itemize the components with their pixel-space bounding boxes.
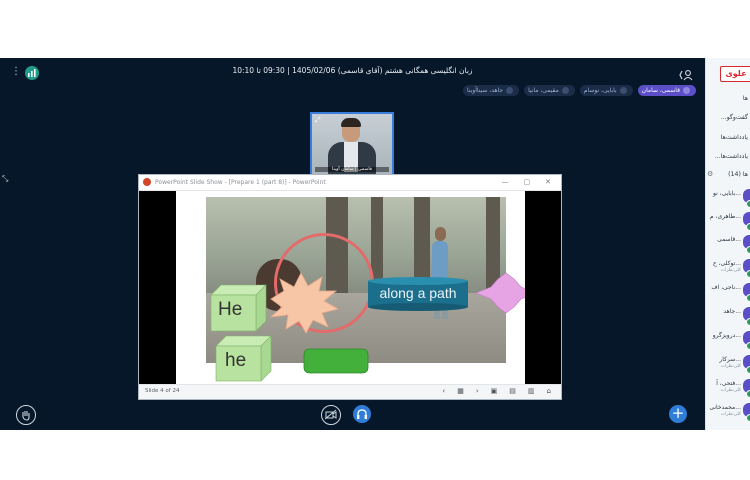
user-list-item[interactable]: بابایی، نو... bbox=[706, 188, 750, 210]
pill-dot bbox=[561, 87, 569, 94]
user-list-item[interactable]: درویزگرو... bbox=[706, 330, 750, 352]
user-name: ناجی، اف... bbox=[711, 284, 741, 291]
prev-slide-icon[interactable]: ‹ bbox=[442, 387, 445, 395]
presence-badge bbox=[746, 246, 750, 254]
add-button[interactable]: + bbox=[669, 405, 687, 423]
pill-1[interactable]: بابایی، نوسام bbox=[579, 85, 633, 96]
he-lower-text: he bbox=[225, 350, 247, 371]
sidebar-row[interactable]: ها (14) bbox=[728, 171, 748, 178]
user-list-item[interactable]: ناجی، اف... bbox=[706, 282, 750, 304]
fullscreen-icon[interactable]: ⤡ bbox=[2, 174, 8, 184]
pill-dot bbox=[683, 87, 690, 94]
raise-hand-button[interactable] bbox=[16, 405, 36, 425]
slideshow-icon[interactable]: ⌂ bbox=[547, 387, 551, 395]
user-name: قاسمی... bbox=[717, 236, 741, 243]
webcam-person-hair bbox=[341, 118, 361, 127]
gear-icon[interactable]: ⚙ bbox=[707, 170, 713, 178]
presence-badge bbox=[746, 318, 750, 326]
pill-0[interactable]: قاسمی، سامان bbox=[637, 85, 696, 96]
pill-dot bbox=[619, 87, 627, 94]
audio-button[interactable] bbox=[353, 405, 371, 423]
pill-label: مقیمی، مانیا bbox=[528, 87, 559, 94]
pill-label: جاهد، سینا‌آوینا bbox=[467, 87, 504, 94]
maximize-icon[interactable]: ▢ bbox=[524, 175, 531, 190]
user-name: جاهد... bbox=[723, 308, 741, 315]
presence-badge bbox=[746, 414, 750, 422]
ppt-status-bar: Slide 4 of 24 ‹ ▦ › ▣ ▤ ▥ ⌂ bbox=[139, 384, 561, 399]
normal-view-icon[interactable]: ▣ bbox=[491, 387, 498, 395]
presence-badge bbox=[746, 366, 750, 374]
user-name: فتحی، آ... bbox=[716, 380, 741, 387]
pink-cross-shape bbox=[475, 272, 525, 314]
user-status: کلی‌نظرات bbox=[720, 268, 741, 273]
presence-badge bbox=[746, 223, 750, 231]
explosion-shape bbox=[269, 272, 340, 334]
user-name: محمدخانی... bbox=[709, 404, 741, 411]
expand-icon[interactable]: ⤢ bbox=[315, 116, 321, 125]
webcam-name-label: قاسمی | سامان آوینا bbox=[315, 167, 389, 172]
user-status: کلی‌نظرات bbox=[720, 364, 741, 369]
presence-badge bbox=[746, 390, 750, 398]
ppt-window-title: PowerPoint Slide Show - [Prepare 1 (part… bbox=[155, 179, 326, 186]
user-arrow-icon[interactable] bbox=[679, 66, 693, 81]
slide-sorter-icon[interactable]: ▤ bbox=[509, 387, 516, 395]
pill-label: بابایی، نوسام bbox=[583, 87, 617, 94]
user-name: توکلی، ح... bbox=[712, 260, 741, 267]
sidebar-row[interactable]: یادداشت‌ها bbox=[721, 134, 748, 141]
user-status: کلی‌نظرات bbox=[720, 388, 741, 393]
he-upper-text: He bbox=[218, 299, 243, 320]
along-a-path-text: along a path bbox=[379, 285, 457, 301]
next-slide-icon[interactable]: › bbox=[476, 387, 479, 395]
presence-badge bbox=[746, 200, 750, 208]
sidebar-panel: علوی ها گفت‌وگو... یادداشت‌ها یادداشت‌ها… bbox=[705, 58, 750, 430]
camera-off-icon bbox=[324, 409, 337, 420]
user-list-item[interactable]: توکلی، ح... کلی‌نظرات bbox=[706, 258, 750, 280]
pill-2[interactable]: مقیمی، مانیا bbox=[524, 85, 575, 96]
presence-badge bbox=[746, 294, 750, 302]
sidebar-row[interactable]: یادداشت‌ها... bbox=[715, 153, 748, 160]
webcam-tile[interactable]: ⤢ قاسمی | سامان آوینا bbox=[310, 112, 394, 176]
close-icon[interactable]: ✕ bbox=[545, 175, 551, 190]
user-list-item[interactable]: سرکار... کلی‌نظرات bbox=[706, 354, 750, 376]
slide-counter: Slide 4 of 24 bbox=[145, 388, 180, 394]
user-list-item[interactable]: فتحی، آ... کلی‌نظرات bbox=[706, 378, 750, 400]
meeting-title: زبان انگلیسی همگانی هشتم (آقای قاسمی) 14… bbox=[232, 66, 473, 75]
breakout-pill-bar: قاسمی، سامان بابایی، نوسام مقیمی، مانیا … bbox=[463, 85, 696, 97]
slide-grid-icon[interactable]: ▦ bbox=[457, 387, 464, 395]
window-controls: — ▢ ✕ bbox=[502, 175, 552, 190]
powerpoint-icon bbox=[143, 178, 151, 186]
conference-stage: ⋮ زبان انگلیسی همگانی هشتم (آقای قاسمی) … bbox=[0, 58, 705, 430]
pill-label: قاسمی، سامان bbox=[641, 87, 680, 94]
user-name: طاهری، م... bbox=[709, 213, 741, 220]
sidebar-row[interactable]: گفت‌وگو... bbox=[721, 114, 748, 121]
presence-badge bbox=[746, 270, 750, 278]
pill-3[interactable]: جاهد، سینا‌آوینا bbox=[463, 85, 520, 96]
slide-viewport: He he along a path bbox=[139, 191, 561, 385]
user-list-item[interactable]: قاسمی... bbox=[706, 234, 750, 256]
user-status: کلی‌نظرات bbox=[720, 412, 741, 417]
hand-icon bbox=[22, 411, 30, 421]
presence-badge bbox=[746, 342, 750, 350]
headphones-icon bbox=[357, 409, 367, 419]
reading-view-icon[interactable]: ▥ bbox=[528, 387, 535, 395]
ppt-title-bar: PowerPoint Slide Show - [Prepare 1 (part… bbox=[139, 175, 561, 191]
plus-icon: + bbox=[671, 404, 685, 422]
top-bar: ⋮ زبان انگلیسی همگانی هشتم (آقای قاسمی) … bbox=[0, 58, 705, 88]
green-plaque-shape bbox=[303, 348, 369, 374]
presentation-window[interactable]: PowerPoint Slide Show - [Prepare 1 (part… bbox=[138, 174, 562, 400]
user-name: درویزگرو... bbox=[712, 332, 741, 339]
camera-toggle-button[interactable] bbox=[321, 405, 341, 425]
user-name: سرکار... bbox=[719, 356, 741, 363]
pill-dot bbox=[506, 87, 514, 94]
brand-logo: علوی bbox=[720, 66, 750, 82]
user-name: بابایی، نو... bbox=[712, 190, 741, 197]
user-list-item[interactable]: طاهری، م... bbox=[706, 211, 750, 233]
user-list-item[interactable]: محمدخانی... کلی‌نظرات bbox=[706, 402, 750, 424]
ppt-controls: ‹ ▦ › ▣ ▤ ▥ ⌂ bbox=[442, 387, 551, 395]
slide: He he along a path bbox=[176, 191, 525, 385]
user-list-item[interactable]: جاهد... bbox=[706, 306, 750, 328]
minimize-icon[interactable]: — bbox=[502, 175, 509, 190]
sidebar-row[interactable]: ها bbox=[743, 95, 748, 102]
